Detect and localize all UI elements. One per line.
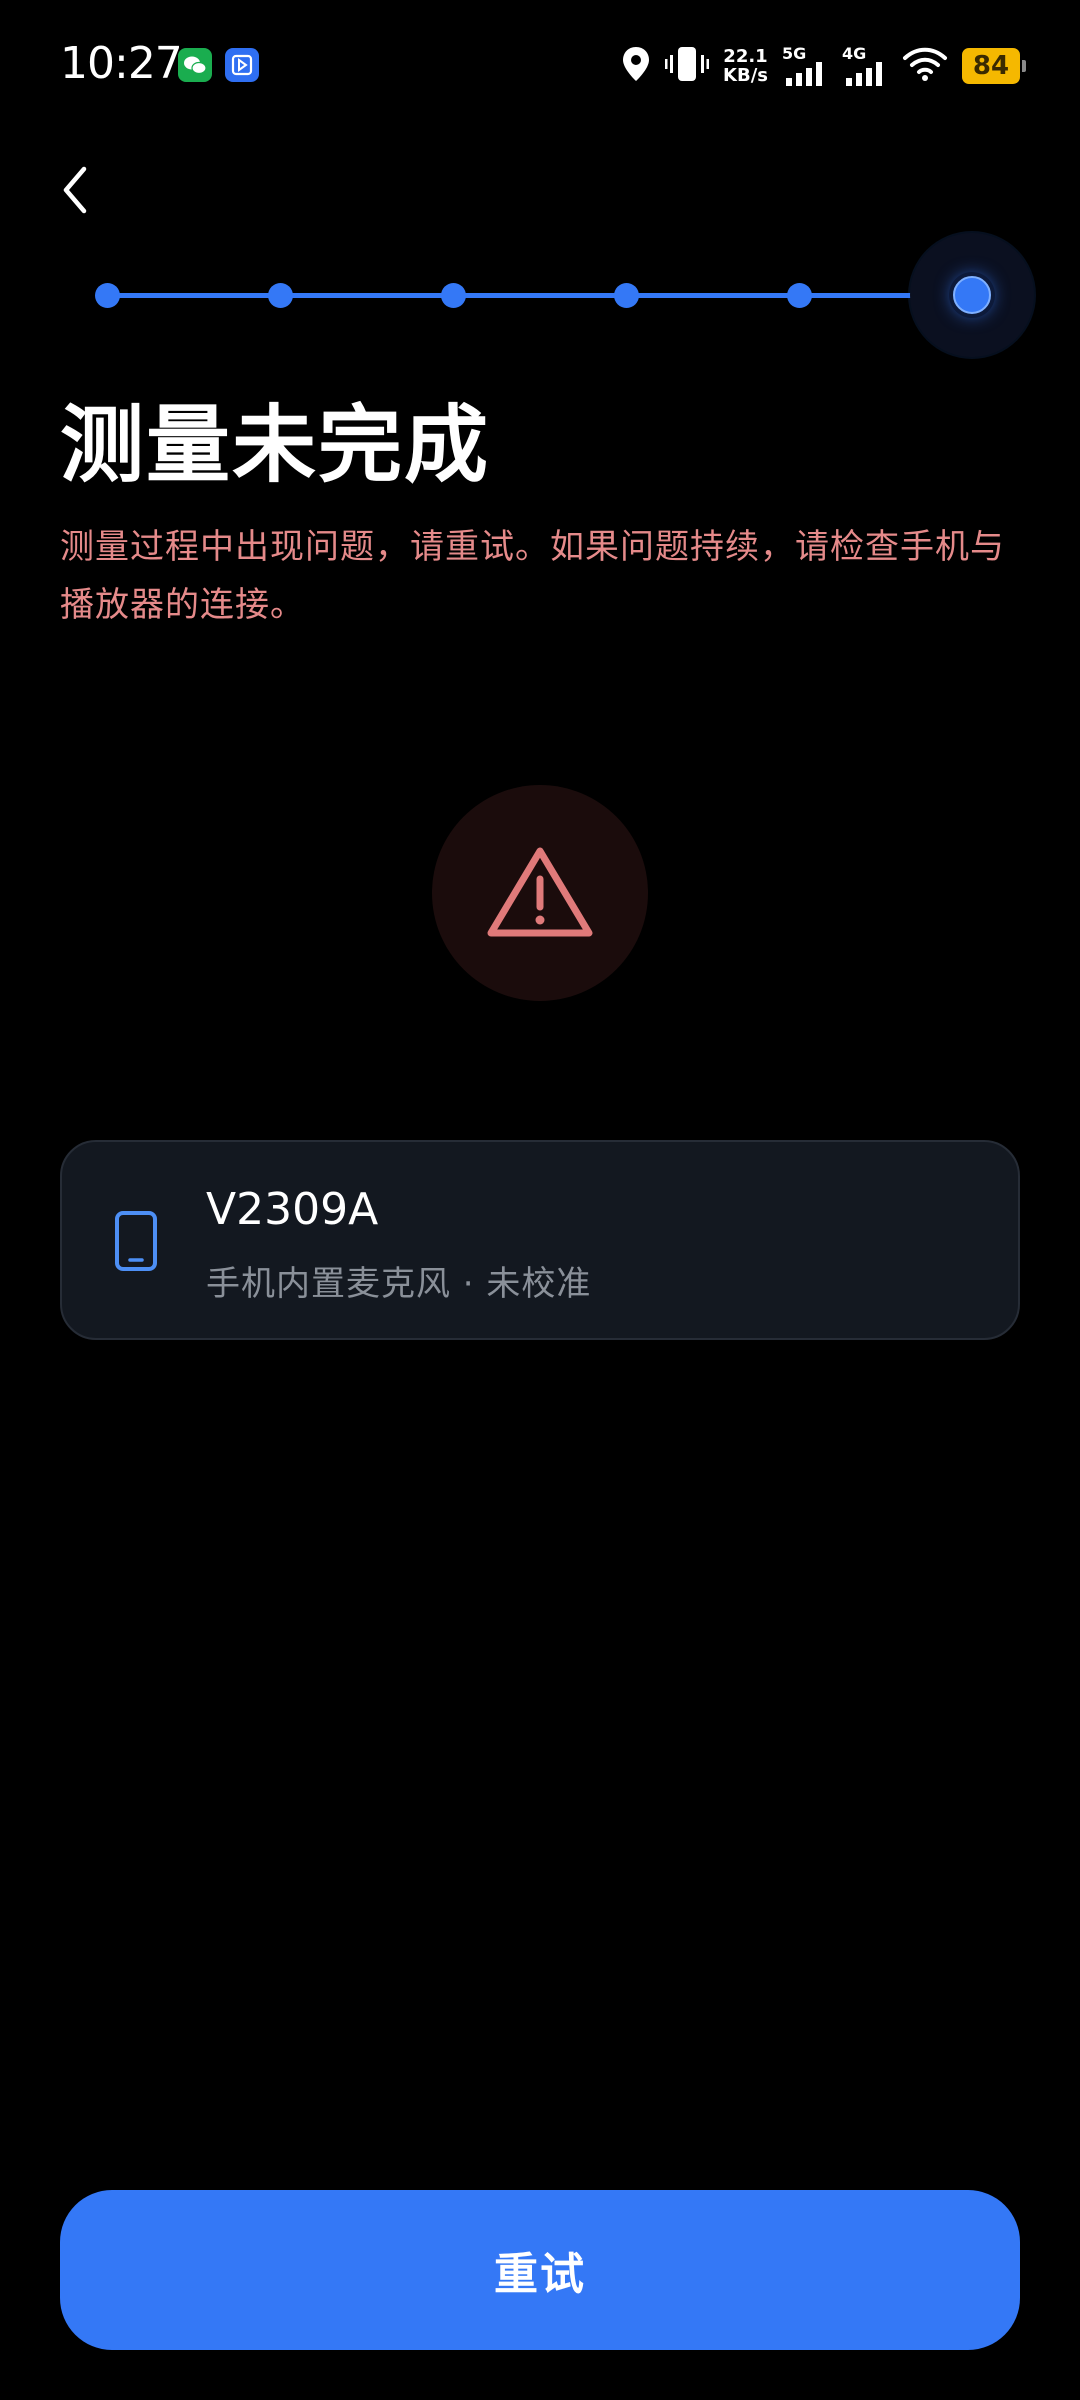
progress-stepper: [0, 230, 1080, 360]
step-dot-2: [268, 283, 293, 308]
step-dot-1: [95, 283, 120, 308]
device-status: 手机内置麦克风 · 未校准: [206, 1264, 592, 1304]
stepper-track: [107, 293, 972, 298]
device-name: V2309A: [206, 1184, 379, 1235]
net-speed-unit: KB/s: [723, 65, 768, 86]
warning-triangle-icon: [487, 847, 593, 937]
phone-icon: [114, 1210, 158, 1276]
signal-icon: [786, 62, 822, 86]
status-indicators: 22.1 KB/s 5G 4G 84: [621, 40, 1026, 92]
device-card: V2309A 手机内置麦克风 · 未校准: [60, 1140, 1020, 1340]
status-time: 10:27: [60, 38, 183, 89]
step-dot-3: [441, 283, 466, 308]
wechat-icon: [178, 48, 212, 82]
warning-badge: [432, 785, 648, 1001]
status-bar: 10:27 22.1 KB/s 5G 4G 84: [0, 0, 1080, 130]
step-dot-5: [787, 283, 812, 308]
back-button[interactable]: [60, 150, 120, 230]
signal-icon: [846, 62, 882, 86]
net-speed: 22.1 KB/s: [723, 47, 768, 85]
battery-icon: 84: [962, 48, 1026, 84]
signal-5g: 5G: [782, 44, 828, 88]
wifi-icon: [902, 45, 948, 87]
battery-level: 84: [972, 51, 1010, 81]
app-icon: [225, 48, 259, 82]
vibrate-icon: [665, 45, 710, 87]
step-dot-4: [614, 283, 639, 308]
location-icon: [621, 45, 651, 87]
signal-label-4g: 4G: [842, 44, 867, 63]
error-message: 测量过程中出现问题，请重试。如果问题持续，请检查手机与播放器的连接。: [60, 527, 1005, 625]
page-title: 测量未完成: [60, 396, 491, 494]
net-speed-value: 22.1: [723, 46, 768, 67]
signal-4g: 4G: [842, 44, 888, 88]
step-dot-current: [953, 276, 991, 314]
chevron-left-icon: [63, 166, 87, 214]
signal-label-5g: 5G: [782, 44, 807, 63]
retry-button[interactable]: 重试: [60, 2190, 1020, 2350]
screen: 10:27 22.1 KB/s 5G 4G 84 测量未完成 测量过程中出现问题…: [0, 0, 1080, 2400]
